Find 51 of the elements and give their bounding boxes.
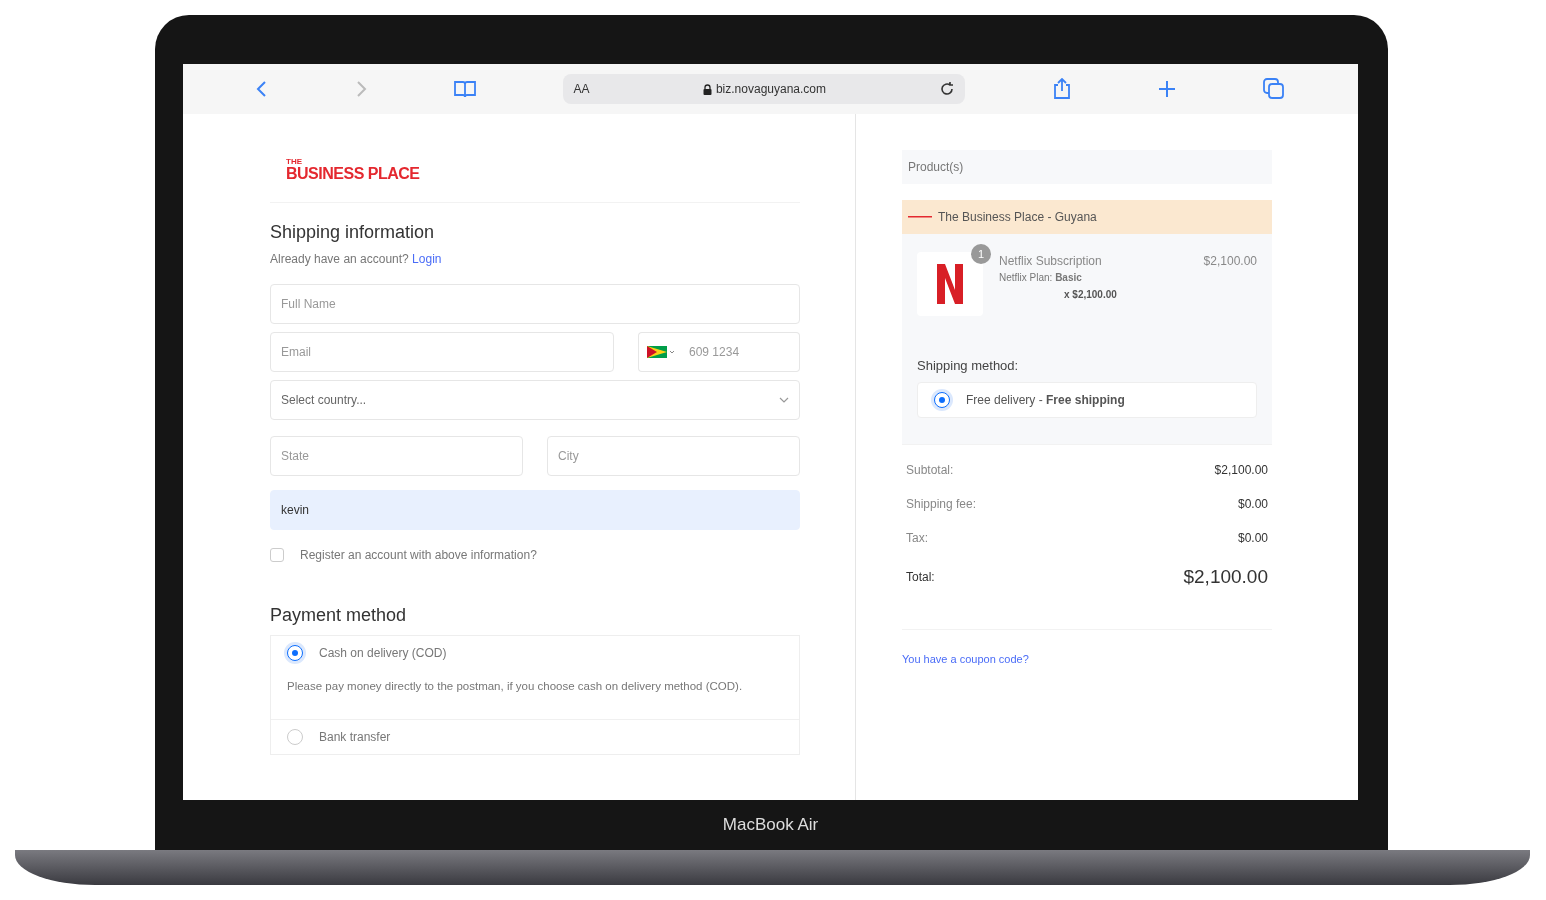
plus-icon[interactable] [1158,80,1177,98]
total-label: Total: [906,568,935,586]
chevron-down-icon [779,397,789,403]
text-field[interactable]: kevin [270,490,800,530]
store-name: The Business Place - Guyana [938,209,1097,226]
checkbox-label: Register an account with above information? [300,547,537,564]
text-field[interactable]: State [270,436,523,476]
products-header: Product(s) [908,159,964,176]
lock-icon [702,83,712,95]
summary-label: Subtotal: [906,461,954,479]
device-label: MacBook Air [722,814,819,837]
checkbox[interactable] [270,548,284,562]
text-size-button[interactable]: AA [573,80,590,98]
tabs-icon[interactable] [1262,78,1285,100]
shipping-option[interactable]: Free delivery - Free shipping [917,381,1257,418]
section-title: Shipping information [270,221,436,244]
login-link[interactable]: Login [412,252,442,266]
book-icon[interactable] [453,79,478,99]
back-icon[interactable] [256,80,269,98]
store-logo-icon [908,215,932,219]
coupon-link[interactable]: You have a coupon code? [902,653,1029,665]
summary-label: Tax: [906,529,928,547]
country-select[interactable]: Select country... [270,380,800,420]
option-label: Cash on delivery (COD) [319,645,447,662]
text-field[interactable]: City [547,436,800,476]
product-price: $2,100.00 [1203,253,1257,270]
product-variant: Netflix Plan: Basic [999,271,1083,285]
radio-button[interactable] [287,729,303,746]
section-title: Payment method [270,604,408,627]
summary-amount: $0.00 [1237,495,1268,513]
netflix-logo-icon [937,264,963,304]
reload-icon[interactable] [939,81,956,97]
total-amount: $2,100.00 [1183,564,1268,589]
option-label: Bank transfer [319,729,391,747]
summary-amount: $0.00 [1237,529,1268,547]
shipping-method-title: Shipping method: [917,357,1020,375]
quantity-badge: 1 [971,244,991,264]
url-text: biz.novaguyana.com [715,81,826,98]
product-name: Netflix Subscription [999,253,1102,270]
forward-icon[interactable] [354,80,367,98]
summary-label: Shipping fee: [906,495,977,513]
logo[interactable]: THE BUSINESS PLACE [286,158,800,182]
radio-button[interactable] [287,645,303,661]
text-field[interactable]: Email [270,332,614,372]
share-icon[interactable] [1051,78,1072,100]
text-field[interactable]: Full Name [270,284,800,324]
address-bar[interactable]: AA biz.novaguyana.com [563,74,966,104]
summary-amount: $2,100.00 [1214,461,1268,479]
account-prompt: Already have an account? [270,252,409,266]
payment-description: Please pay money directly to the postman, if you choose cash on delivery method (COD). [287,679,744,694]
line-total: x $2,100.00 [1064,288,1118,302]
